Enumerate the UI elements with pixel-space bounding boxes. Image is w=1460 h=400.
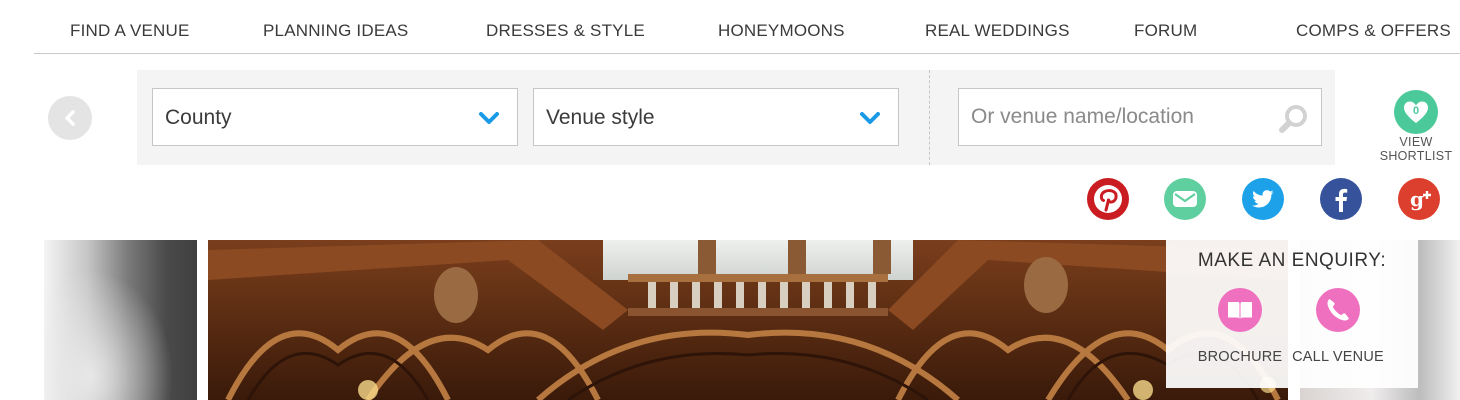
call-venue-label: CALL VENUE bbox=[1292, 349, 1384, 365]
hero-image-main bbox=[208, 240, 1288, 400]
nav-comps-offers[interactable]: COMPS & OFFERS bbox=[1296, 21, 1451, 41]
twitter-icon bbox=[1242, 178, 1284, 220]
call-venue-button[interactable]: CALL VENUE bbox=[1288, 288, 1388, 365]
county-select[interactable]: County bbox=[152, 88, 518, 146]
back-button[interactable] bbox=[48, 96, 92, 140]
nav-forum[interactable]: FORUM bbox=[1134, 21, 1197, 41]
facebook-icon bbox=[1320, 178, 1362, 220]
nav-find-a-venue[interactable]: FIND A VENUE bbox=[70, 21, 190, 41]
facebook-share-button[interactable] bbox=[1320, 178, 1362, 220]
shortlist-label-line2: SHORTLIST bbox=[1379, 149, 1453, 163]
phone-icon bbox=[1316, 288, 1360, 332]
pinterest-share-button[interactable] bbox=[1087, 178, 1129, 220]
search-icon[interactable] bbox=[1277, 103, 1309, 135]
enquiry-title: MAKE AN ENQUIRY: bbox=[1197, 250, 1387, 271]
county-select-label: County bbox=[165, 106, 232, 129]
view-shortlist-button[interactable]: 0 VIEW SHORTLIST bbox=[1376, 90, 1456, 163]
chevron-down-icon bbox=[860, 112, 880, 124]
venue-search-input[interactable] bbox=[959, 89, 1259, 145]
nav-dresses-style[interactable]: DRESSES & STYLE bbox=[486, 21, 645, 41]
chevron-left-icon bbox=[65, 110, 75, 126]
brochure-book-icon bbox=[1218, 288, 1262, 332]
email-share-button[interactable] bbox=[1164, 178, 1206, 220]
nav-honeymoons[interactable]: HONEYMOONS bbox=[718, 21, 845, 41]
google-plus-icon: g bbox=[1398, 178, 1440, 220]
twitter-share-button[interactable] bbox=[1242, 178, 1284, 220]
hero-image-previous[interactable] bbox=[44, 240, 197, 400]
venue-style-select[interactable]: Venue style bbox=[533, 88, 899, 146]
shortlist-count: 0 bbox=[1412, 105, 1420, 117]
venue-search-box bbox=[958, 88, 1322, 146]
venue-style-select-label: Venue style bbox=[546, 106, 655, 129]
shortlist-label-line1: VIEW bbox=[1399, 135, 1433, 149]
shortlist-label: VIEW SHORTLIST bbox=[1376, 135, 1456, 163]
email-icon bbox=[1164, 178, 1206, 220]
search-divider bbox=[929, 70, 930, 165]
nav-real-weddings[interactable]: REAL WEDDINGS bbox=[925, 21, 1070, 41]
chevron-down-icon bbox=[479, 112, 499, 124]
pinterest-icon bbox=[1087, 178, 1129, 220]
svg-text:g: g bbox=[1410, 187, 1424, 211]
nav-planning-ideas[interactable]: PLANNING IDEAS bbox=[263, 21, 408, 41]
brochure-button[interactable]: BROCHURE bbox=[1190, 288, 1290, 365]
enquiry-panel: MAKE AN ENQUIRY: BROCHURE CALL VENUE bbox=[1166, 240, 1418, 388]
main-navigation: FIND A VENUE PLANNING IDEAS DRESSES & ST… bbox=[34, 0, 1460, 54]
brochure-label: BROCHURE bbox=[1197, 349, 1283, 365]
google-plus-share-button[interactable]: g bbox=[1398, 178, 1440, 220]
